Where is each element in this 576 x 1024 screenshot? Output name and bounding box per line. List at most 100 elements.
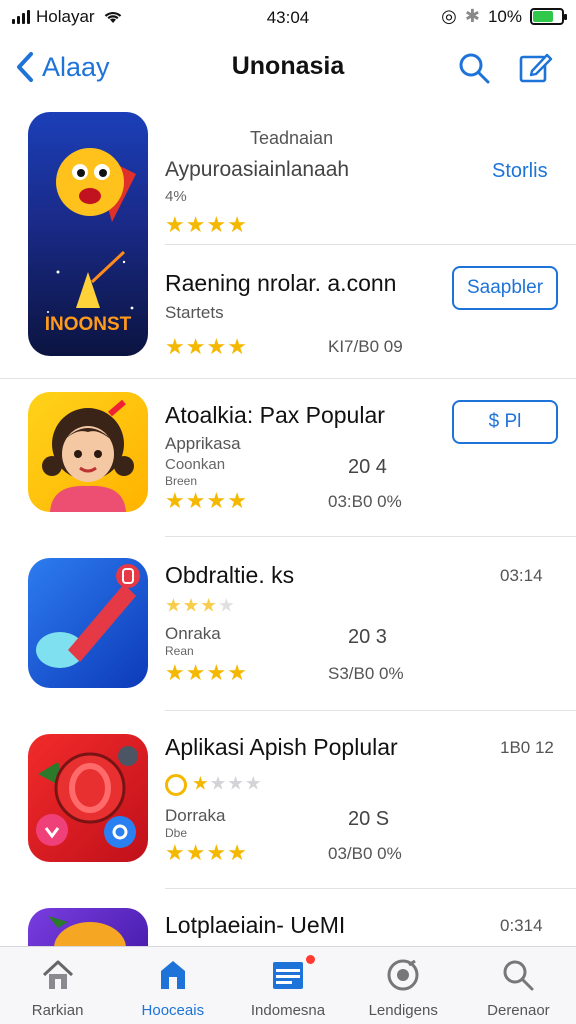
star-icon: ★ <box>185 660 206 685</box>
notification-dot <box>306 955 316 964</box>
edit-icon[interactable] <box>518 50 554 86</box>
fruit-icon <box>48 916 126 946</box>
girl-icon <box>42 399 134 512</box>
star-icon: ★ <box>185 212 206 237</box>
app-detail: Coonkan <box>165 456 226 473</box>
tab-calendar[interactable]: Indomesna <box>230 947 345 1024</box>
tab-label: Indomesna <box>250 1002 326 1019</box>
divider <box>165 888 576 889</box>
app-icon[interactable] <box>28 392 148 512</box>
battery-percent: 10% <box>487 6 522 26</box>
app-number: 20 4 <box>348 456 387 478</box>
alarm-icon: ◎ <box>441 6 457 26</box>
updates-icon <box>387 959 419 991</box>
bluetooth-icon: ✱ <box>464 6 480 26</box>
app-right-value: 1B0 12 <box>500 738 554 757</box>
star-icon: ★ <box>217 594 235 616</box>
app-title[interactable]: Atoalkia: Pax Popular <box>165 402 385 429</box>
star-icon: ★ <box>185 840 206 865</box>
app-title[interactable]: Raening nrolar. a.conn <box>165 270 396 297</box>
badge-icon <box>165 774 187 796</box>
app-meta: KI7/B0 09 <box>328 337 403 356</box>
divider <box>0 378 576 379</box>
home-icon <box>42 960 73 989</box>
star-icon: ★ <box>209 772 227 794</box>
app-right-value: 0:314 <box>500 916 543 935</box>
star-icon: ★ <box>165 840 185 865</box>
rating-stars-small: ★ ★ ★ ★ <box>192 774 262 793</box>
app-detail: Dbe <box>165 826 188 840</box>
tab-home[interactable]: Rarkian <box>0 947 115 1024</box>
search-icon <box>503 960 534 991</box>
star-icon: ★ <box>165 594 182 616</box>
tab-featured[interactable]: Hooceais <box>115 947 230 1024</box>
star-icon: ★ <box>185 334 206 359</box>
status-right: ◎ ✱ 10% <box>441 6 567 27</box>
app-icon[interactable] <box>28 908 148 946</box>
app-detail: Rean <box>165 644 194 658</box>
star-icon: ★ <box>227 212 247 237</box>
app-meta: 03/B0 0% <box>328 844 402 863</box>
star-icon: ★ <box>165 334 185 359</box>
tab-updates[interactable]: Lendigens <box>346 947 461 1024</box>
app-icon-text: INOONST <box>44 314 132 335</box>
star-icon: ★ <box>185 488 206 513</box>
star-icon: ★ <box>206 840 227 865</box>
back-button[interactable]: Alaay <box>14 50 110 84</box>
star-icon: ★ <box>165 660 185 685</box>
mixer-icon <box>36 746 138 848</box>
tab-label: Lendigens <box>368 1002 438 1019</box>
app-number: 20 3 <box>348 626 387 648</box>
app-subtitle: Startets <box>165 303 224 322</box>
app-action-link[interactable]: Storlis <box>492 160 548 183</box>
tab-bar: Rarkian Hooceais Indomesna Lendigens Der… <box>0 946 576 1024</box>
app-icon[interactable] <box>28 734 148 862</box>
tab-label: Hooceais <box>141 1002 205 1019</box>
featured-icon <box>160 961 185 989</box>
rating-stars: ★ ★ ★ ★ <box>165 662 247 684</box>
star-icon: ★ <box>227 660 247 685</box>
section-header: Teadnaian <box>250 128 334 148</box>
star-icon: ★ <box>206 334 227 359</box>
app-subtitle: Apprikasa <box>165 434 241 453</box>
search-icon[interactable] <box>456 50 492 86</box>
back-label: Alaay <box>42 51 110 82</box>
app-title[interactable]: Obdraltie. ks <box>165 562 294 589</box>
star-icon: ★ <box>227 334 247 359</box>
star-icon: ★ <box>227 772 245 794</box>
get-button[interactable]: Saapbler <box>452 266 558 310</box>
app-title[interactable]: Lotplaeiain- UeMI <box>165 912 345 939</box>
tab-search[interactable]: Derenaor <box>461 947 576 1024</box>
star-icon: ★ <box>200 594 218 616</box>
calendar-icon <box>273 962 303 989</box>
app-icon[interactable] <box>28 558 148 688</box>
star-icon: ★ <box>206 212 227 237</box>
star-icon: ★ <box>192 772 209 794</box>
star-icon: ★ <box>227 488 247 513</box>
star-icon: ★ <box>244 772 262 794</box>
star-icon: ★ <box>206 488 227 513</box>
app-right-value: 03:14 <box>500 566 543 585</box>
divider <box>165 536 576 537</box>
tab-label: Rarkian <box>31 1002 84 1019</box>
app-icon[interactable]: INOONST <box>28 112 148 356</box>
app-title[interactable]: Aypuroasiainlanaah <box>165 158 349 182</box>
rating-stars-small: ★ ★ ★ ★ <box>165 596 235 615</box>
rating-stars: ★ ★ ★ ★ <box>165 490 247 512</box>
app-meta: 03:B0 0% <box>328 492 402 511</box>
star-icon: ★ <box>182 594 200 616</box>
battery-icon <box>530 8 567 25</box>
app-subtitle: Dorraka <box>165 806 226 825</box>
rating-stars: ★ ★ ★ ★ <box>165 214 247 236</box>
nav-bar: Alaay Unonasia <box>0 40 576 96</box>
divider <box>165 244 576 245</box>
app-subtitle: 4% <box>165 188 187 205</box>
chevron-left-icon <box>17 52 33 82</box>
app-title[interactable]: Aplikasi Apish Poplular <box>165 734 398 761</box>
app-detail: Breen <box>165 474 198 488</box>
price-button[interactable]: $ Pl <box>452 400 558 444</box>
app-meta: S3/B0 0% <box>328 664 404 683</box>
star-icon: ★ <box>206 660 227 685</box>
star-icon: ★ <box>165 212 185 237</box>
divider <box>165 710 576 711</box>
